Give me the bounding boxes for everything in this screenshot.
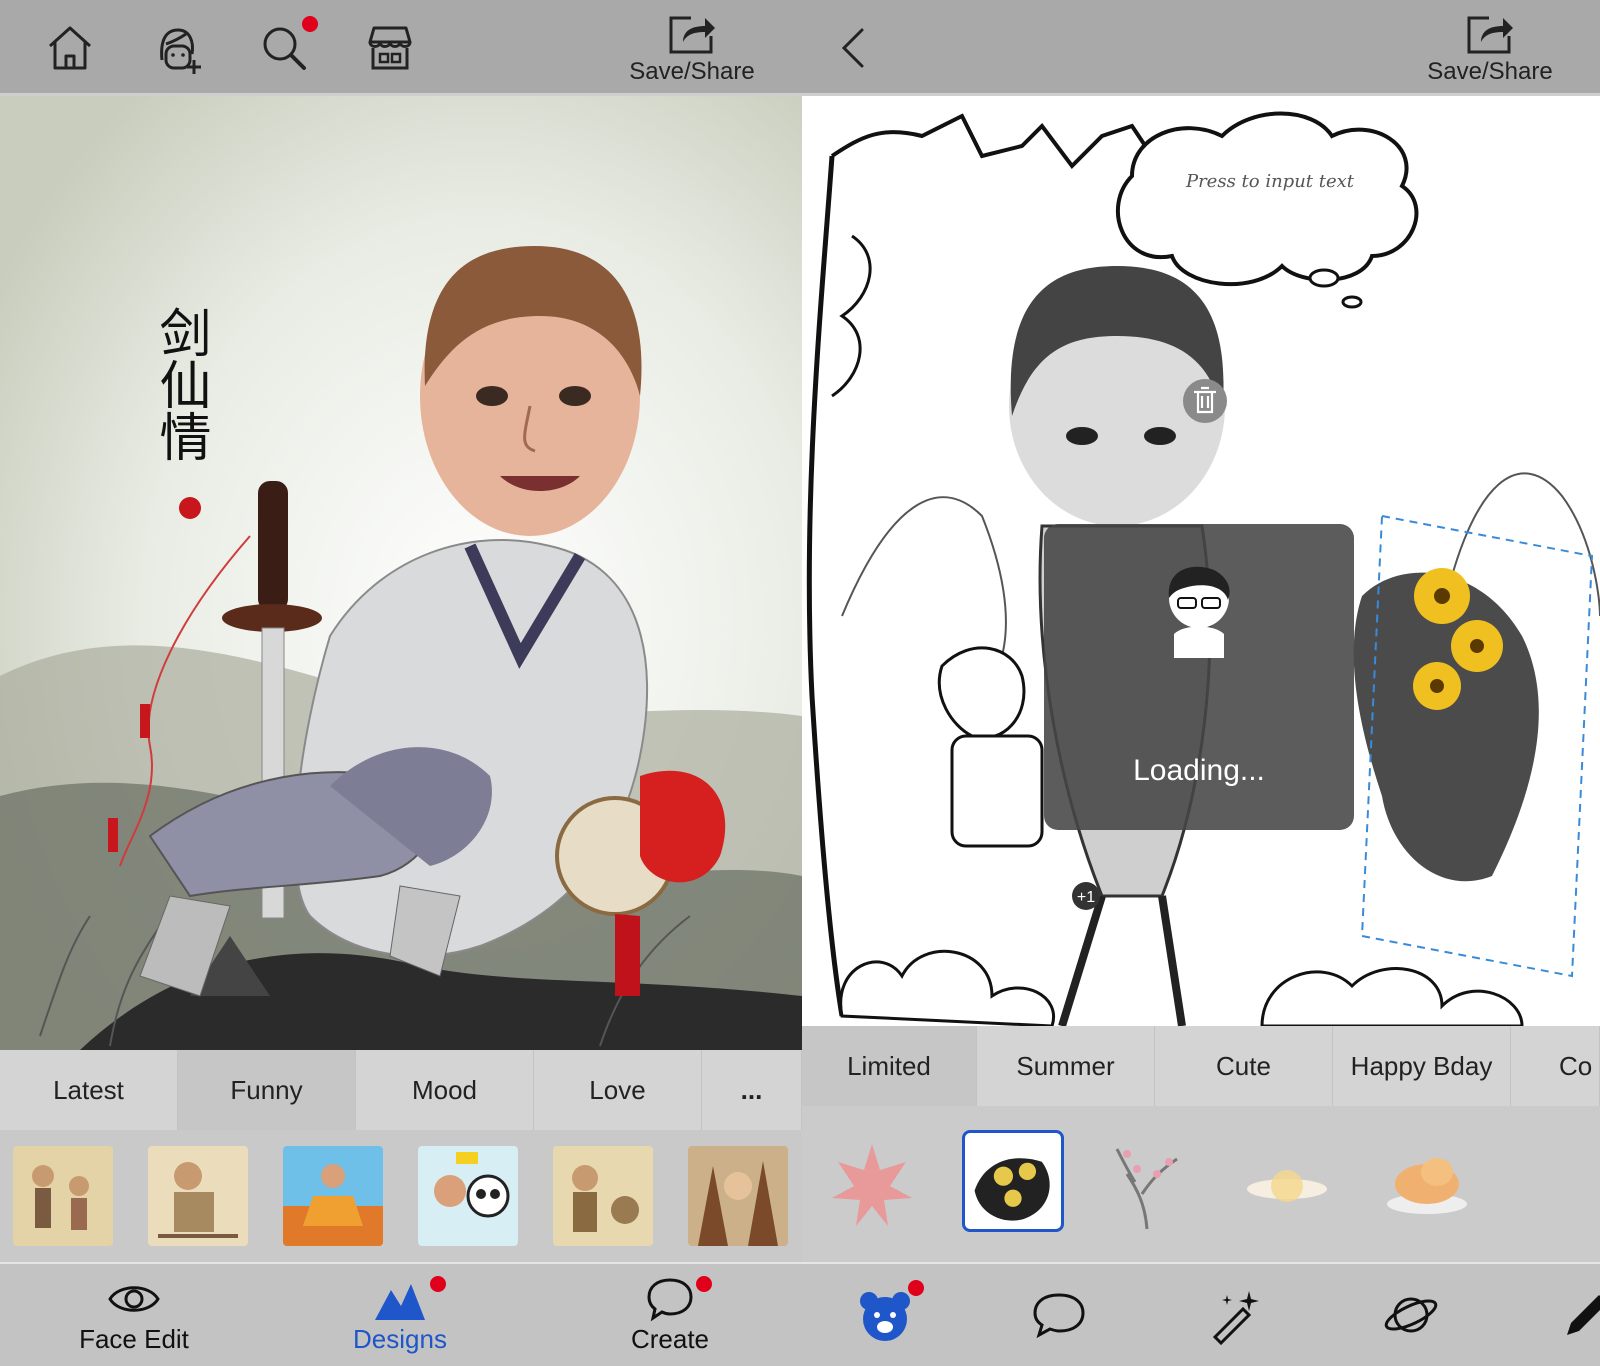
tab-love[interactable]: Love [534, 1050, 702, 1130]
nav-create[interactable]: Create [570, 1276, 770, 1355]
plus-one-label: +1 [1077, 889, 1095, 906]
nav-face-edit[interactable]: Face Edit [34, 1276, 234, 1355]
tab-more-categories[interactable]: Co [1511, 1026, 1600, 1106]
editor-save-share-button[interactable]: Save/Share [1420, 12, 1560, 92]
sticker-moon-glow[interactable] [1237, 1134, 1337, 1234]
nav-face-edit-label: Face Edit [79, 1324, 189, 1354]
loading-text: Loading... [1133, 754, 1265, 787]
bubble-placeholder-text[interactable]: Press to input text [1185, 171, 1355, 192]
design-thumbnail[interactable] [283, 1146, 383, 1246]
more-tabs-button[interactable]: ... [702, 1050, 802, 1130]
editor-canvas[interactable]: Press to input text +1 Loading... [802, 96, 1600, 1028]
top-toolbar: Save/Share [0, 0, 802, 96]
editor-top-toolbar: Save/Share [802, 0, 1600, 96]
store-icon[interactable] [360, 18, 420, 78]
add-face-icon[interactable] [148, 18, 208, 78]
design-thumbnail[interactable] [418, 1146, 518, 1246]
share-icon [669, 16, 715, 54]
tab-latest[interactable]: Latest [0, 1050, 178, 1130]
chat-bubble-icon [647, 1278, 693, 1322]
loading-avatar [1168, 566, 1230, 658]
designs-screen: Save/Share 剑仙情 Latest Funny Mood Love ..… [0, 0, 802, 1366]
sticker-strip [802, 1106, 1600, 1262]
loading-dialog: Loading... [1044, 524, 1354, 830]
designs-notification-badge [430, 1276, 446, 1292]
tab-mood[interactable]: Mood [356, 1050, 534, 1130]
save-share-button[interactable]: Save/Share [622, 12, 762, 92]
save-share-label: Save/Share [629, 58, 755, 85]
tab-cute[interactable]: Cute [1155, 1026, 1333, 1106]
sticker-mooncake[interactable] [1377, 1134, 1477, 1234]
magic-wand-icon[interactable] [1200, 1280, 1270, 1350]
calligraphy-text: 剑仙情 [150, 306, 210, 462]
nav-create-label: Create [630, 1324, 710, 1354]
pencil-icon[interactable] [1552, 1280, 1600, 1350]
red-seal [179, 497, 201, 519]
chevron-left-icon[interactable] [826, 18, 886, 78]
planet-icon[interactable] [1376, 1280, 1446, 1350]
sticker-plum-tree[interactable] [1097, 1134, 1197, 1234]
nav-designs[interactable]: Designs [300, 1276, 500, 1355]
tab-funny[interactable]: Funny [178, 1050, 356, 1130]
share-icon [1467, 16, 1513, 54]
design-artwork: 剑仙情 [0, 96, 802, 1050]
editor-save-share-label: Save/Share [1427, 58, 1553, 85]
nav-designs-label: Designs [353, 1324, 447, 1354]
design-thumbnail[interactable] [13, 1146, 113, 1246]
eye-icon [108, 1286, 160, 1312]
bottom-navigation: Face Edit Designs Create [0, 1262, 802, 1366]
swordsman-caricature-illustration: 剑仙情 [0, 96, 802, 1050]
sticker-chrysanthemum[interactable] [962, 1130, 1064, 1232]
trash-icon[interactable] [1183, 379, 1227, 423]
sticker-category-tabs: Limited Summer Cute Happy Bday Co [802, 1026, 1600, 1106]
tab-happy-bday[interactable]: Happy Bday [1333, 1026, 1511, 1106]
design-thumbnail[interactable] [688, 1146, 788, 1246]
sticker-maple-leaf[interactable] [822, 1134, 922, 1234]
sticker-notification-badge [908, 1280, 924, 1296]
mountains-icon [375, 1284, 425, 1320]
search-notification-badge [302, 16, 318, 32]
create-notification-badge [696, 1276, 712, 1292]
editor-tool-bar [802, 1262, 1600, 1366]
design-thumbnail[interactable] [148, 1146, 248, 1246]
design-editor-screen: Save/Share Press to input text +1 Loadin… [802, 0, 1600, 1366]
home-icon[interactable] [40, 18, 100, 78]
design-thumbnail[interactable] [553, 1146, 653, 1246]
sword-hilt [258, 481, 288, 611]
design-thumbnail-strip [0, 1130, 802, 1262]
design-category-tabs: Latest Funny Mood Love ... [0, 1050, 802, 1130]
tab-summer[interactable]: Summer [977, 1026, 1155, 1106]
tab-limited[interactable]: Limited [802, 1026, 977, 1106]
speech-bubble-icon[interactable] [1024, 1280, 1094, 1350]
